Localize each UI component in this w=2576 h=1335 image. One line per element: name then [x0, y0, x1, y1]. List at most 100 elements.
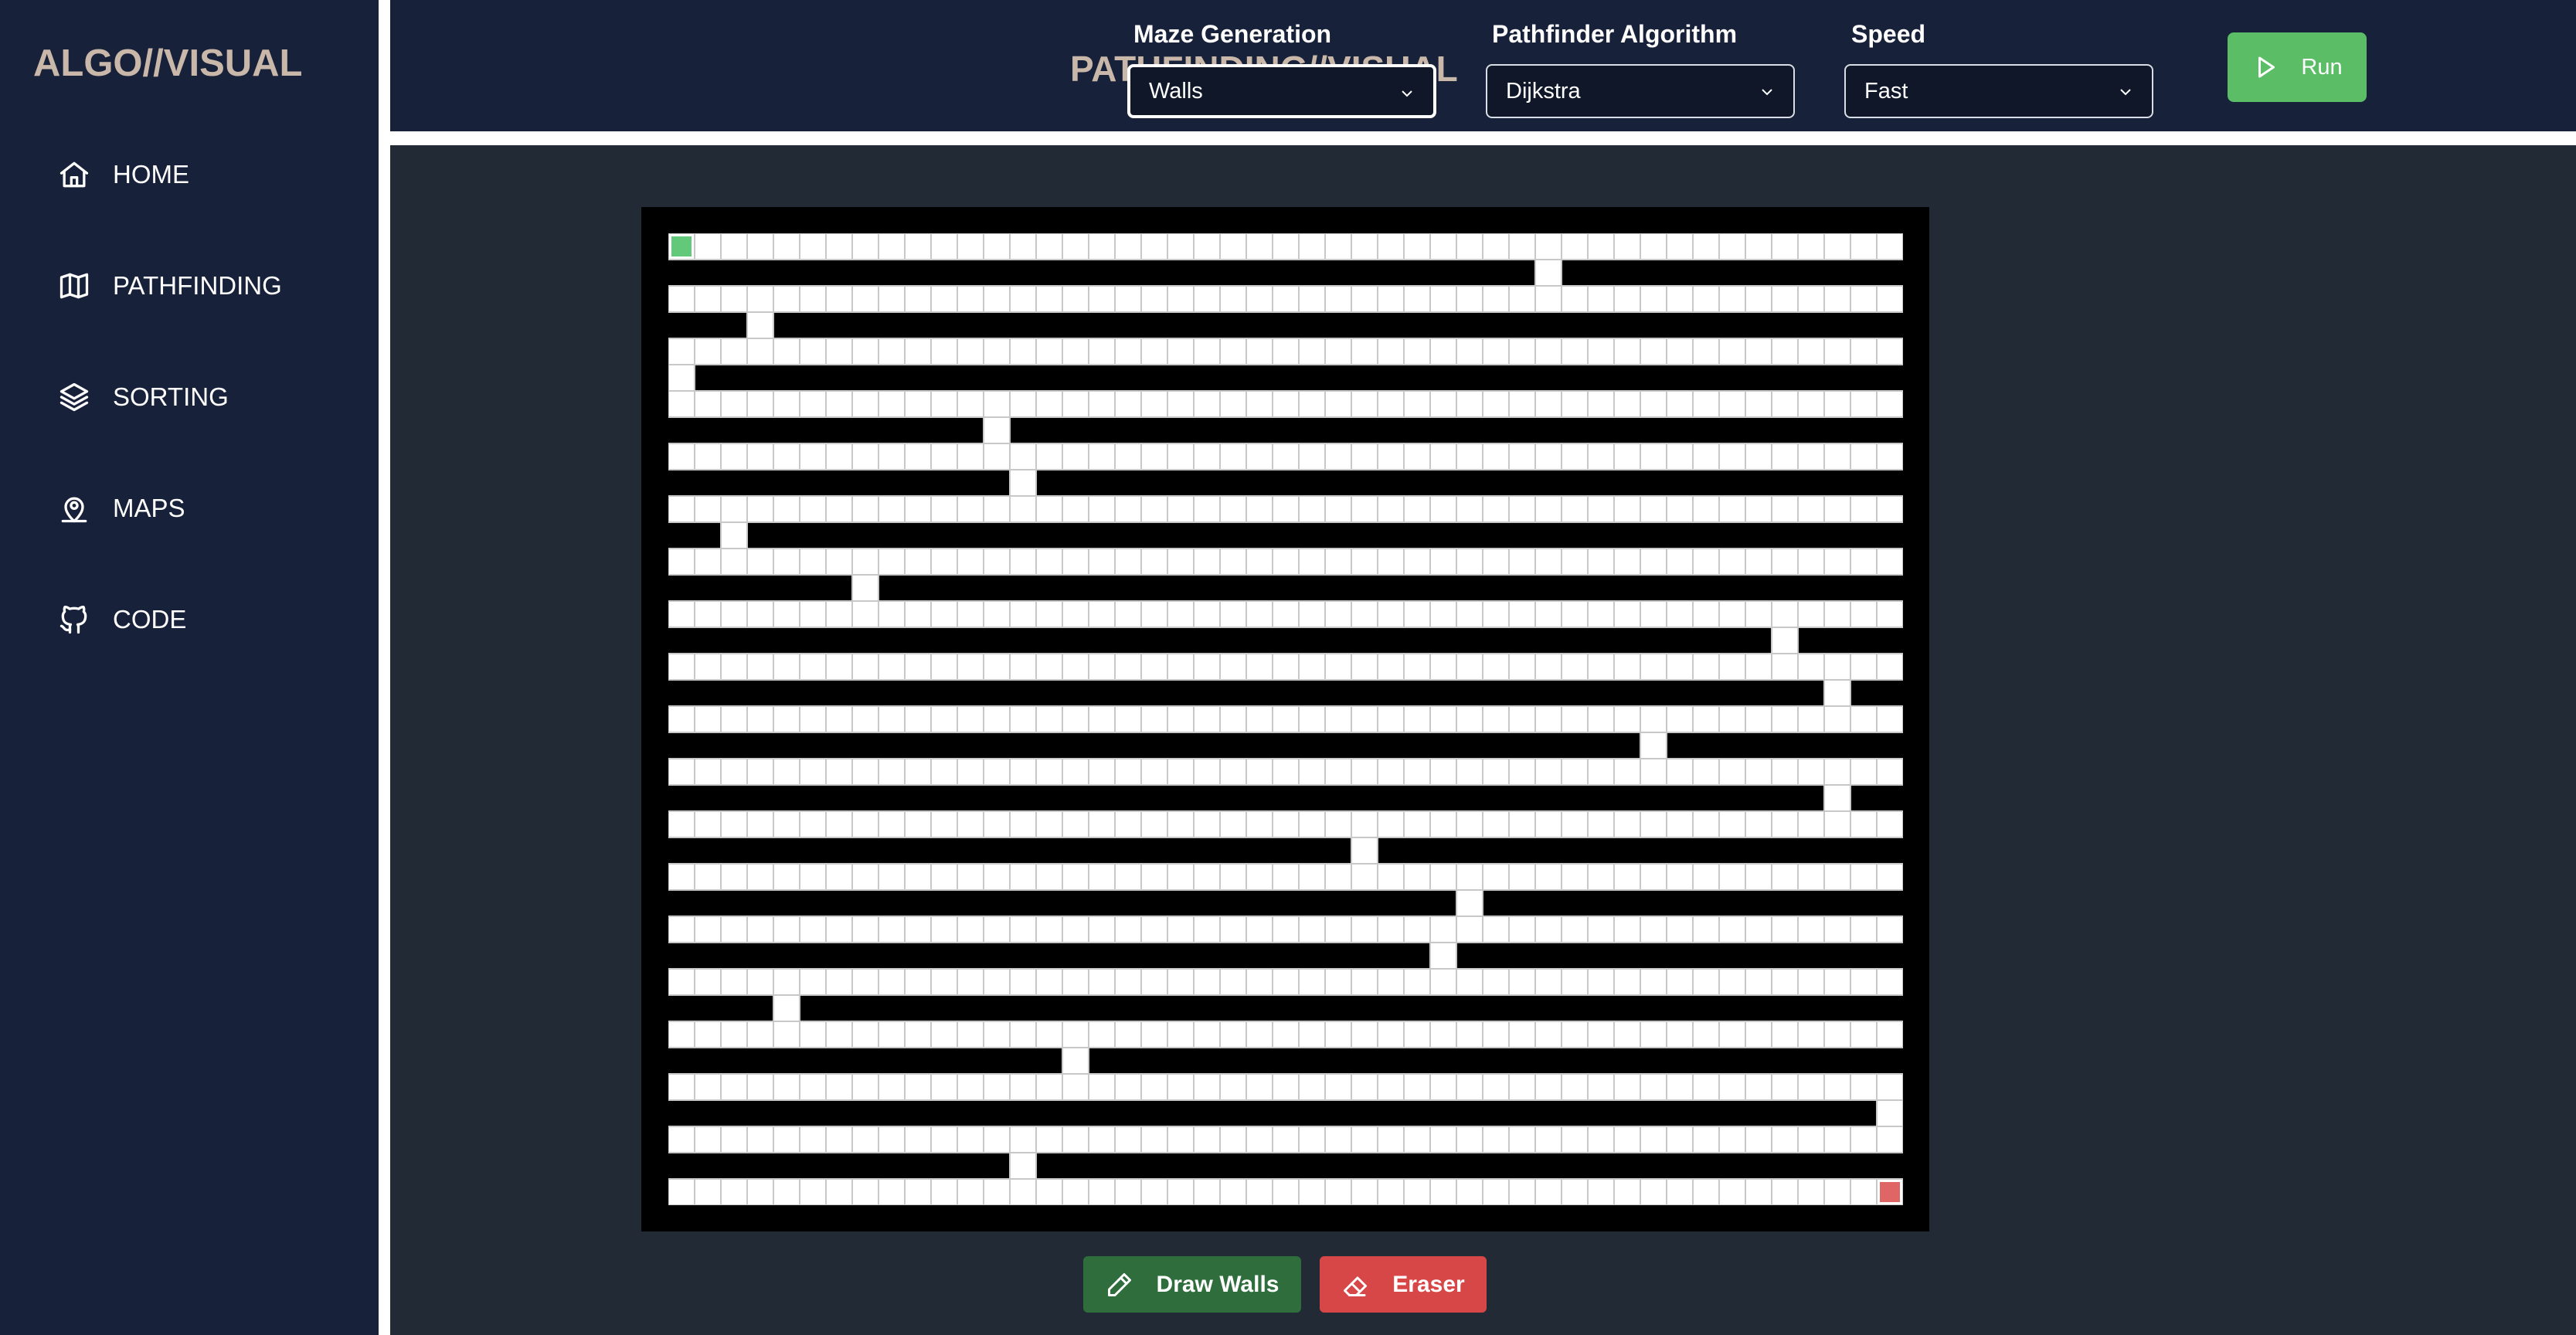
grid-cell[interactable] [1561, 915, 1589, 943]
grid-cell[interactable] [799, 390, 827, 418]
grid-cell[interactable] [1534, 653, 1562, 681]
grid-cell[interactable] [746, 495, 774, 523]
grid-cell[interactable] [1035, 390, 1063, 418]
grid-cell[interactable] [1140, 600, 1168, 628]
grid-cell[interactable] [1876, 863, 1903, 891]
grid-cell[interactable] [1324, 1178, 1352, 1205]
grid-cell[interactable] [1534, 1073, 1562, 1101]
grid-cell[interactable] [957, 285, 984, 313]
grid-cell[interactable] [1377, 548, 1405, 576]
grid-cell[interactable] [983, 705, 1011, 733]
grid-cell[interactable] [1561, 338, 1589, 365]
grid-cell[interactable] [1009, 338, 1037, 365]
grid-cell[interactable] [1534, 705, 1562, 733]
grid-cell[interactable] [1640, 810, 1667, 838]
grid-cell[interactable] [1797, 863, 1825, 891]
grid-cell[interactable] [878, 338, 906, 365]
grid-cell[interactable] [1403, 443, 1431, 470]
grid-cell[interactable] [694, 390, 722, 418]
grid-cell[interactable] [1088, 285, 1116, 313]
grid-cell[interactable] [1088, 968, 1116, 996]
grid-cell[interactable] [1666, 653, 1694, 681]
grid-cell[interactable] [1193, 1126, 1221, 1153]
grid-cell[interactable] [1534, 1178, 1562, 1205]
grid-cell[interactable] [930, 1126, 958, 1153]
grid-cell[interactable] [1167, 338, 1195, 365]
grid-cell[interactable] [1246, 548, 1273, 576]
grid-cell[interactable] [1797, 1021, 1825, 1048]
grid-cell[interactable] [904, 863, 932, 891]
grid-cell[interactable] [878, 863, 906, 891]
grid-cell[interactable] [1692, 653, 1720, 681]
grid-cell[interactable] [1587, 1021, 1615, 1048]
grid-cell[interactable] [1246, 653, 1273, 681]
grid-cell[interactable] [1587, 1178, 1615, 1205]
grid-cell[interactable] [1718, 705, 1746, 733]
grid-cell[interactable] [773, 705, 800, 733]
grid-cell[interactable] [1062, 390, 1089, 418]
grid-cell[interactable] [851, 863, 879, 891]
grid-cell[interactable] [1351, 758, 1378, 786]
grid-cell[interactable] [1246, 495, 1273, 523]
grid-cell[interactable] [1797, 705, 1825, 733]
grid-cell[interactable] [1797, 968, 1825, 996]
grid-cell[interactable] [746, 338, 774, 365]
grid-cell[interactable] [1403, 915, 1431, 943]
grid-cell[interactable] [1640, 968, 1667, 996]
grid-cell[interactable] [773, 810, 800, 838]
grid-cell[interactable] [1403, 1126, 1431, 1153]
grid-cell[interactable] [1823, 758, 1851, 786]
grid-cell[interactable] [1140, 338, 1168, 365]
grid-cell[interactable] [1429, 915, 1457, 943]
grid-cell[interactable] [1850, 1178, 1878, 1205]
grid-cell[interactable] [1797, 233, 1825, 260]
grid-cell[interactable] [1193, 390, 1221, 418]
grid-cell[interactable] [1850, 1126, 1878, 1153]
grid-cell[interactable] [1114, 968, 1142, 996]
grid-cell[interactable] [1456, 233, 1483, 260]
grid-cell[interactable] [1876, 758, 1903, 786]
grid-cell[interactable] [1666, 548, 1694, 576]
grid-cell[interactable] [1193, 548, 1221, 576]
grid-cell[interactable] [983, 653, 1011, 681]
grid-cell[interactable] [1272, 390, 1300, 418]
grid-cell[interactable] [1876, 338, 1903, 365]
grid-cell[interactable] [1692, 1021, 1720, 1048]
grid-cell[interactable] [1640, 285, 1667, 313]
grid-cell[interactable] [983, 233, 1011, 260]
grid-cell[interactable] [694, 548, 722, 576]
grid-cell[interactable] [851, 285, 879, 313]
grid-cell[interactable] [983, 968, 1011, 996]
grid-cell[interactable] [930, 915, 958, 943]
grid-cell[interactable] [1745, 810, 1772, 838]
grid-cell[interactable] [1351, 548, 1378, 576]
grid-cell[interactable] [1456, 1178, 1483, 1205]
grid-cell[interactable] [1377, 338, 1405, 365]
grid-cell[interactable] [799, 653, 827, 681]
grid-cell[interactable] [1246, 1178, 1273, 1205]
grid-cell[interactable] [1403, 338, 1431, 365]
grid-cell[interactable] [904, 338, 932, 365]
grid-cell[interactable] [1429, 285, 1457, 313]
grid-cell[interactable] [668, 548, 695, 576]
grid-cell[interactable] [1009, 810, 1037, 838]
grid-cell[interactable] [1272, 233, 1300, 260]
grid-cell[interactable] [694, 338, 722, 365]
grid-cell[interactable] [957, 443, 984, 470]
grid-cell[interactable] [1666, 390, 1694, 418]
grid-cell[interactable] [1797, 548, 1825, 576]
grid-cell[interactable] [1088, 705, 1116, 733]
grid-cell[interactable] [1429, 942, 1457, 970]
grid-cell[interactable] [825, 495, 853, 523]
grid-cell[interactable] [1193, 285, 1221, 313]
grid-cell[interactable] [1035, 1126, 1063, 1153]
grid-cell[interactable] [1508, 810, 1536, 838]
grid-cell[interactable] [1692, 915, 1720, 943]
grid-cell[interactable] [1692, 443, 1720, 470]
grid-cell[interactable] [1088, 600, 1116, 628]
grid-cell[interactable] [1561, 495, 1589, 523]
grid-cell[interactable] [1508, 915, 1536, 943]
grid-cell[interactable] [1246, 915, 1273, 943]
grid-cell[interactable] [1456, 889, 1483, 917]
grid-cell[interactable] [694, 915, 722, 943]
